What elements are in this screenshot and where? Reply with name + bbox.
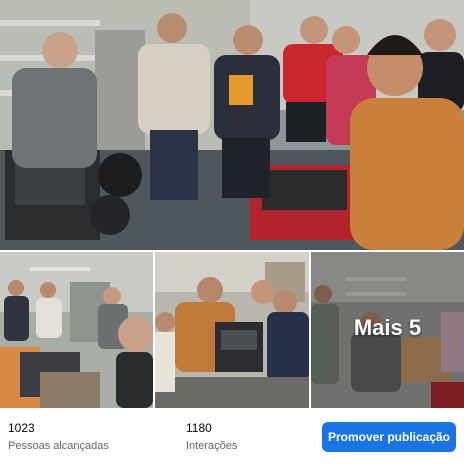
promote-post-button[interactable]: Promover publicação <box>322 422 456 452</box>
reach-label: Pessoas alcançadas <box>8 440 109 452</box>
interactions-label: Interações <box>186 440 238 452</box>
more-photos-tile[interactable]: Mais 5 <box>311 252 464 408</box>
more-photos-label: Mais 5 <box>353 315 422 340</box>
interactions-stat[interactable]: 1180 Interações <box>186 420 237 454</box>
reach-stat[interactable]: 1023 Pessoas alcançadas <box>8 420 109 454</box>
thumbnail-photo-2[interactable] <box>155 252 309 408</box>
workshop-group-photo <box>0 0 464 250</box>
interactions-value: 1180 <box>186 421 212 435</box>
reach-value: 1023 <box>8 421 35 435</box>
engine-inspection-photo <box>155 252 309 408</box>
workshop-selfie-photo <box>0 252 153 408</box>
photo-gallery: Mais 5 <box>0 0 464 408</box>
thumbnail-photo-1[interactable] <box>0 252 153 408</box>
main-photo[interactable] <box>0 0 464 250</box>
